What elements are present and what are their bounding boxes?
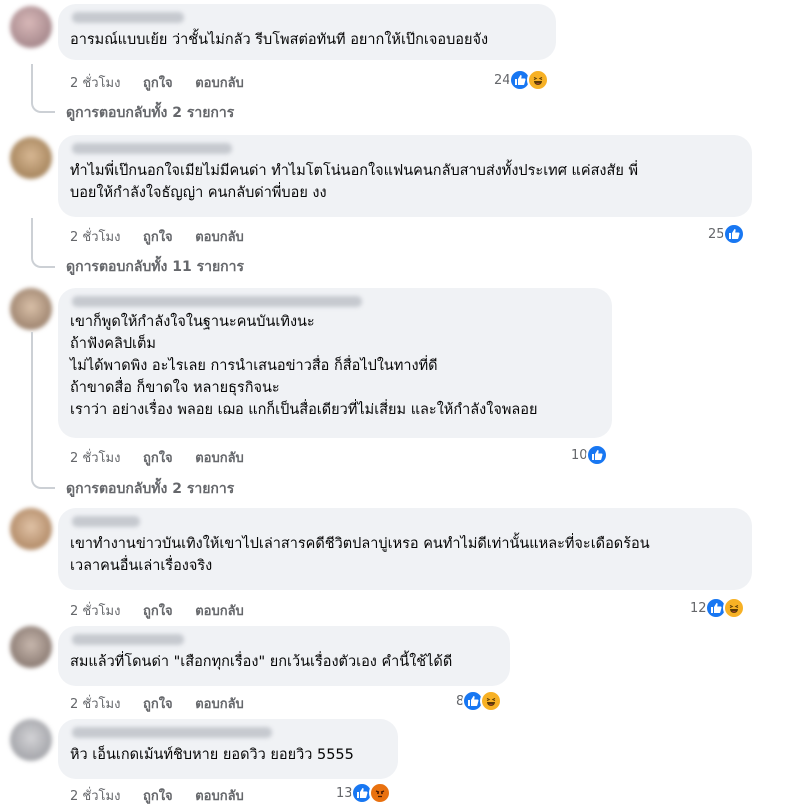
comment-actions: 2 ชั่วโมง ถูกใจ ตอบกลับ [70,226,262,247]
comment-text-line: เขาก็พูดให้กำลังใจในฐานะคนบันเทิงนะ [70,314,315,330]
like-icon [585,444,608,466]
comment-text-line: บอยให้กำลังใจธัญญ่า คนกลับด่าพี่บอย งง [70,185,327,201]
comment-bubble: อารมณ์แบบเย้ย ว่าชั้นไม่กลัว รีบโพสต่อทั… [58,4,556,60]
like-button[interactable]: ถูกใจ [143,72,173,93]
comment-text-line: เขาทำงานข่าวบันเทิงให้เขาไปเล่าสารคดีชีว… [70,536,650,552]
author-name-redacted [72,296,362,307]
reply-button[interactable]: ตอบกลับ [195,693,244,714]
reply-button[interactable]: ตอบกลับ [195,226,244,247]
comment-text-line: ไม่ได้พาดพิง อะไรเลย การนำเสนอข่าวสื่อ ก… [70,358,438,374]
comment-timestamp[interactable]: 2 ชั่วโมง [70,447,120,468]
comment-text-line: สมแล้วที่โดนด่า "เสือกทุกเรื่อง" ยกเว้นเ… [70,654,453,670]
author-name-redacted [72,727,272,738]
comment-bubble: สมแล้วที่โดนด่า "เสือกทุกเรื่อง" ยกเว้นเ… [58,626,510,686]
thread-connector [31,332,55,489]
comment-actions: 2 ชั่วโมง ถูกใจ ตอบกลับ [70,600,262,621]
comment-timestamp[interactable]: 2 ชั่วโมง [70,693,120,714]
comment-bubble: เขาทำงานข่าวบันเทิงให้เขาไปเล่าสารคดีชีว… [58,508,752,590]
author-name-redacted [72,12,184,23]
reply-button[interactable]: ตอบกลับ [195,447,244,468]
like-button[interactable]: ถูกใจ [143,226,173,247]
like-button[interactable]: ถูกใจ [143,693,173,714]
comment-bubble: ทำไมพี่เป๊กนอกใจเมียไม่มีคนด่า ทำไมโตโน่… [58,135,752,217]
comment-actions: 2 ชั่วโมง ถูกใจ ตอบกลับ [70,785,262,806]
comment-bubble: เขาก็พูดให้กำลังใจในฐานะคนบันเทิงนะ ถ้าฟ… [58,288,612,438]
comment-text-line: ถ้าฟังคลิปเต็ม [70,336,156,352]
avatar[interactable] [10,6,52,48]
like-button[interactable]: ถูกใจ [143,600,173,621]
comment-actions: 2 ชั่วโมง ถูกใจ ตอบกลับ [70,447,262,468]
thread-connector [31,64,55,113]
reaction-summary[interactable]: 25 [708,223,745,245]
comment-actions: 2 ชั่วโมง ถูกใจ ตอบกลับ [70,693,262,714]
reply-button[interactable]: ตอบกลับ [195,600,244,621]
comment-timestamp[interactable]: 2 ชั่วโมง [70,72,120,93]
reaction-summary[interactable]: 13 [336,782,391,804]
comment-bubble: หิว เอ็นเกดเม้นท์ชิบหาย ยอดวิว ยอยวิว 55… [58,719,398,779]
comment-text-line: อารมณ์แบบเย้ย ว่าชั้นไม่กลัว รีบโพสต่อทั… [70,32,489,48]
thread-connector [31,218,55,268]
view-replies-link[interactable]: ดูการตอบกลับทั้ง 2 รายการ [66,478,234,500]
author-name-redacted [72,143,232,154]
angry-icon [368,782,391,804]
reaction-summary[interactable]: 12 [690,597,745,619]
avatar[interactable] [10,508,52,550]
avatar[interactable] [10,288,52,330]
comment-timestamp[interactable]: 2 ชั่วโมง [70,226,120,247]
reply-button[interactable]: ตอบกลับ [195,785,244,806]
comment-text-line: เราว่า อย่างเรื่อง พลอย เฌอ แกก็เป็นสื่อ… [70,402,538,418]
comment-feed: อารมณ์แบบเย้ย ว่าชั้นไม่กลัว รีบโพสต่อทั… [0,0,800,804]
like-icon [722,223,745,245]
author-name-redacted [72,516,140,527]
comment-text-line: เวลาคนอื่นเล่าเรื่องจริง [70,558,213,574]
comment-timestamp[interactable]: 2 ชั่วโมง [70,600,120,621]
comment-actions: 2 ชั่วโมง ถูกใจ ตอบกลับ [70,72,262,93]
avatar[interactable] [10,626,52,668]
comment-text-line: ทำไมพี่เป๊กนอกใจเมียไม่มีคนด่า ทำไมโตโน่… [70,163,639,179]
reaction-summary[interactable]: 8 [456,690,503,712]
view-replies-link[interactable]: ดูการตอบกลับทั้ง 2 รายการ [66,102,234,124]
comment-timestamp[interactable]: 2 ชั่วโมง [70,785,120,806]
like-button[interactable]: ถูกใจ [143,447,173,468]
reply-button[interactable]: ตอบกลับ [195,72,244,93]
haha-icon [480,690,503,712]
comment-text-line: หิว เอ็นเกดเม้นท์ชิบหาย ยอดวิว ยอยวิว 55… [70,747,354,763]
avatar[interactable] [10,137,52,179]
comment-text-line: ถ้าขาดสื่อ ก็ขาดใจ หลายธุรกิจนะ [70,380,280,396]
haha-icon [722,597,745,619]
view-replies-link[interactable]: ดูการตอบกลับทั้ง 11 รายการ [66,256,244,278]
haha-icon [526,69,549,91]
like-button[interactable]: ถูกใจ [143,785,173,806]
reaction-summary[interactable]: 24 [494,69,549,91]
reaction-summary[interactable]: 10 [571,444,608,466]
author-name-redacted [72,634,184,645]
avatar[interactable] [10,719,52,761]
